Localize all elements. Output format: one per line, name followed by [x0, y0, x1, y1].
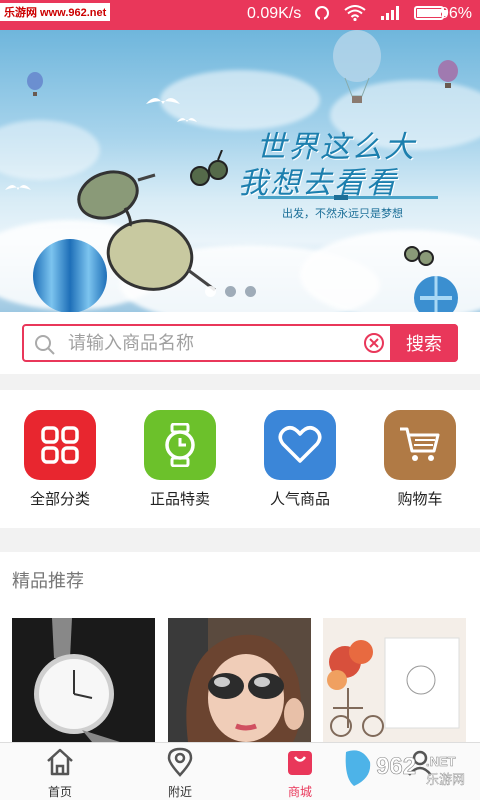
heart-icon: [278, 426, 322, 463]
carousel-dot[interactable]: [225, 286, 236, 297]
network-speed: 0.09K/s: [247, 5, 302, 22]
location-pin-icon: [167, 747, 193, 777]
nav-label: 首页: [47, 785, 72, 799]
search-icon: [35, 335, 55, 355]
banner-tagline: 出发，不然永远只是梦想: [282, 207, 403, 220]
clear-icon[interactable]: [364, 333, 384, 353]
bird-image: [177, 118, 197, 122]
category-label: 正品特卖: [149, 490, 210, 508]
section-heading: 精品推荐: [12, 571, 84, 592]
search-section: 搜索: [0, 312, 480, 374]
status-icons: [314, 5, 448, 21]
corner-watermark: 962 .NET 乐游网: [345, 750, 465, 788]
status-bar: 乐游网 www.962.net 0.09K/s 96%: [0, 0, 480, 30]
wifi-icon: [344, 5, 366, 21]
carousel-dot[interactable]: [245, 286, 256, 297]
shopping-bag-icon: [288, 751, 312, 775]
cart-icon: [400, 427, 440, 461]
search-bar: 搜索: [22, 324, 458, 362]
balloon-image: [27, 72, 43, 96]
sync-icon: [315, 6, 329, 20]
category-genuine-sale[interactable]: 正品特卖: [120, 410, 240, 509]
sunglasses-image: [404, 246, 434, 266]
product-image: [168, 618, 311, 742]
category-tile[interactable]: [264, 410, 336, 480]
svg-text:.NET: .NET: [426, 754, 456, 769]
balloon-image: [414, 276, 458, 312]
bird-image: [5, 185, 31, 190]
balloon-image: [333, 30, 381, 103]
category-label: 全部分类: [29, 490, 90, 508]
signal-icon: [381, 6, 399, 20]
search-button[interactable]: 搜索: [390, 324, 458, 362]
nav-home[interactable]: 首页: [0, 743, 120, 800]
home-icon: [47, 748, 73, 776]
carousel-indicator: [205, 286, 256, 297]
product-image: [12, 618, 155, 742]
category-label: 人气商品: [269, 490, 330, 508]
grid-icon: [41, 426, 79, 464]
banner-divider: [258, 195, 438, 200]
category-label: 购物车: [397, 490, 443, 508]
category-all[interactable]: 全部分类: [0, 410, 120, 509]
category-cart[interactable]: 购物车: [360, 410, 480, 509]
svg-text:962: 962: [376, 753, 416, 780]
sunglasses-image: [190, 150, 228, 186]
category-tile[interactable]: [24, 410, 96, 480]
product-card[interactable]: [12, 618, 155, 742]
bird-image: [146, 98, 180, 104]
category-tile[interactable]: [144, 410, 216, 480]
category-tile[interactable]: [384, 410, 456, 480]
watch-icon: [165, 423, 195, 467]
category-popular[interactable]: 人气商品: [240, 410, 360, 509]
nav-label: 附近: [167, 785, 192, 799]
search-input[interactable]: [68, 328, 358, 358]
promo-banner[interactable]: 世界这么大 我想去看看 出发，不然永远只是梦想: [0, 30, 480, 312]
nav-nearby[interactable]: 附近: [120, 743, 240, 800]
recommend-section: 精品推荐: [0, 552, 480, 742]
product-card[interactable]: [168, 618, 311, 742]
site-watermark: 乐游网 www.962.net: [0, 3, 111, 21]
product-card[interactable]: [323, 618, 466, 742]
battery-percent: 96%: [439, 5, 472, 22]
carousel-dot[interactable]: [205, 286, 216, 297]
product-image: [323, 618, 466, 742]
balloon-image: [438, 60, 458, 88]
svg-text:乐游网: 乐游网: [426, 773, 465, 788]
category-grid: 全部分类 正品特卖 人气商品 购物车: [0, 390, 480, 528]
